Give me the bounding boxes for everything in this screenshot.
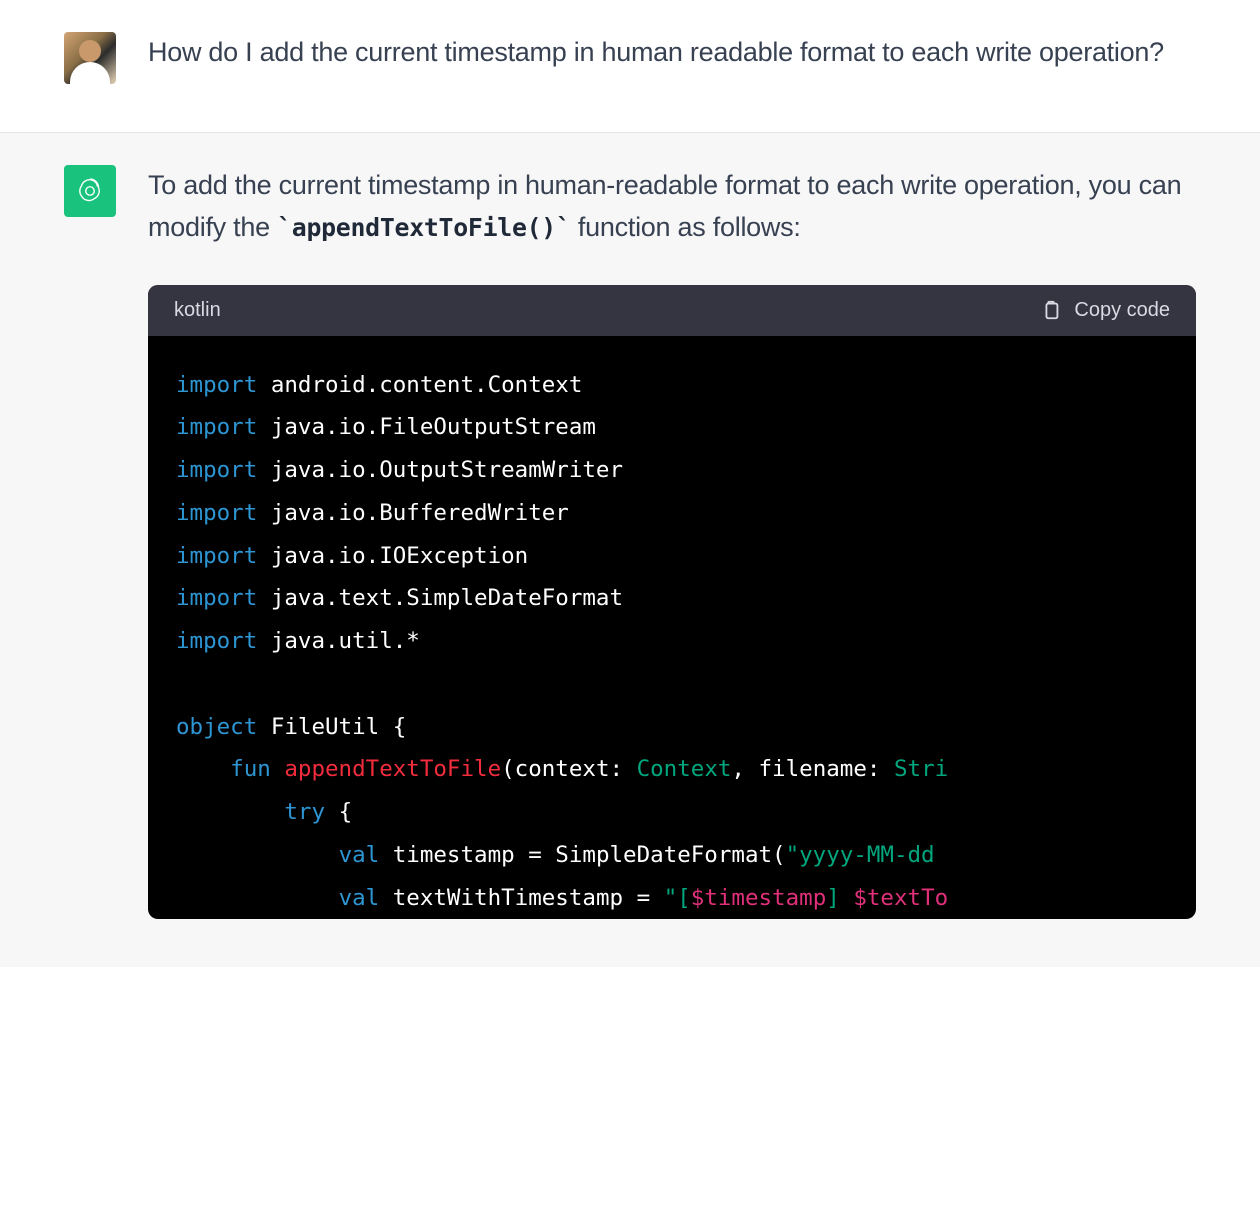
code-header: kotlin Copy code bbox=[148, 285, 1196, 336]
assistant-avatar bbox=[64, 165, 116, 217]
copy-code-button[interactable]: Copy code bbox=[1040, 299, 1170, 322]
user-avatar bbox=[64, 32, 116, 84]
code-body: import android.content.Context import ja… bbox=[148, 336, 1196, 920]
assistant-intro-after: function as follows: bbox=[571, 212, 801, 242]
assistant-message-row: To add the current timestamp in human-re… bbox=[0, 133, 1260, 967]
user-text: How do I add the current timestamp in hu… bbox=[148, 32, 1196, 74]
code-language-label: kotlin bbox=[174, 299, 221, 322]
copy-code-label: Copy code bbox=[1074, 299, 1170, 322]
avatar-column bbox=[64, 165, 116, 919]
assistant-content: To add the current timestamp in human-re… bbox=[148, 165, 1196, 919]
openai-logo-icon bbox=[73, 174, 107, 208]
user-content: How do I add the current timestamp in hu… bbox=[148, 32, 1196, 84]
clipboard-icon bbox=[1040, 299, 1062, 321]
code-content[interactable]: import android.content.Context import ja… bbox=[176, 364, 1168, 920]
avatar-column bbox=[64, 32, 116, 84]
code-block: kotlin Copy code import android.content.… bbox=[148, 285, 1196, 920]
inline-code: `appendTextToFile()` bbox=[277, 213, 571, 242]
assistant-intro: To add the current timestamp in human-re… bbox=[148, 165, 1196, 249]
user-message-row: How do I add the current timestamp in hu… bbox=[0, 0, 1260, 133]
